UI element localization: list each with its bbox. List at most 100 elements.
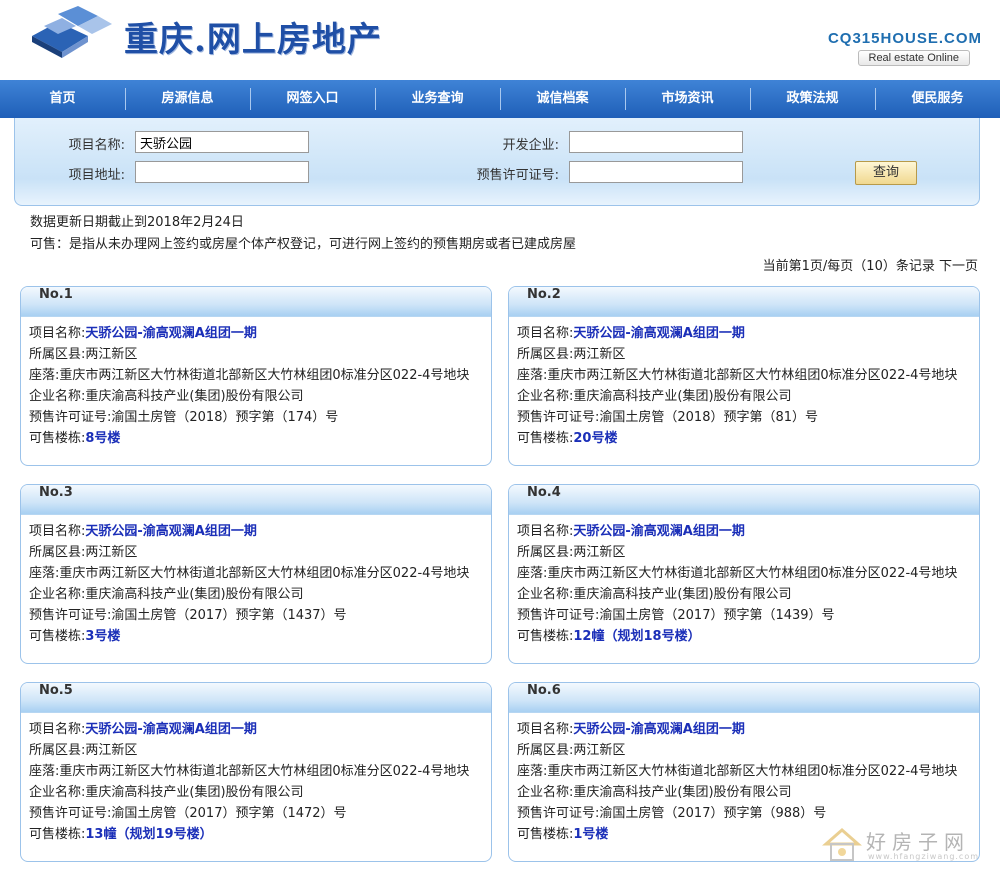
card-row-presale-permit: 预售许可证号:渝国土房管（2017）预字第（1439）号 (517, 605, 971, 626)
card-header: No.5 (21, 683, 491, 713)
site-header: 重庆.网上房地产 CQ315HOUSE.COM Real estate Onli… (0, 0, 1000, 80)
presale-permit-label: 预售许可证号: (29, 410, 112, 425)
project-name-label: 项目名称: (29, 326, 86, 341)
card-row-project-name: 项目名称:天骄公园-渝高观澜A组团一期 (517, 323, 971, 344)
project-name-label: 项目名称: (517, 722, 574, 737)
card-row-location: 座落:重庆市两江新区大竹林街道北部新区大竹林组团0标准分区022-4号地块 (29, 761, 483, 782)
nav-online-sign[interactable]: 网签入口 (250, 80, 375, 118)
result-card: No.3 项目名称:天骄公园-渝高观澜A组团一期 所属区县:两江新区 座落:重庆市两江… (20, 484, 492, 664)
nav-business-query[interactable]: 业务查询 (375, 80, 500, 118)
district-value: 两江新区 (573, 743, 626, 758)
card-row-project-name: 项目名称:天骄公园-渝高观澜A组团一期 (29, 323, 483, 344)
update-date-text: 数据更新日期截止到2018年2月24日 (30, 215, 244, 230)
logo-icon (32, 6, 112, 58)
card-row-presale-permit: 预售许可证号:渝国土房管（2017）预字第（1472）号 (29, 803, 483, 824)
district-label: 所属区县: (517, 347, 574, 362)
company-value: 重庆渝高科技产业(集团)股份有限公司 (85, 587, 304, 602)
district-value: 两江新区 (85, 743, 138, 758)
project-address-input[interactable] (135, 161, 309, 183)
project-name-value[interactable]: 天骄公园-渝高观澜A组团一期 (573, 722, 744, 737)
house-icon (822, 828, 862, 861)
company-value: 重庆渝高科技产业(集团)股份有限公司 (573, 587, 792, 602)
card-number: No.6 (527, 683, 561, 698)
company-value: 重庆渝高科技产业(集团)股份有限公司 (573, 785, 792, 800)
card-row-location: 座落:重庆市两江新区大竹林街道北部新区大竹林组团0标准分区022-4号地块 (29, 563, 483, 584)
available-buildings-value[interactable]: 8号楼 (85, 431, 120, 446)
location-label: 座落: (29, 566, 60, 581)
presale-permit-value: 渝国土房管（2017）预字第（1472）号 (111, 806, 347, 821)
card-row-company: 企业名称:重庆渝高科技产业(集团)股份有限公司 (517, 584, 971, 605)
result-card: No.4 项目名称:天骄公园-渝高观澜A组团一期 所属区县:两江新区 座落:重庆市两江… (508, 484, 980, 664)
presale-permit-value: 渝国土房管（2018）预字第（81）号 (599, 410, 819, 425)
location-value: 重庆市两江新区大竹林街道北部新区大竹林组团0标准分区022-4号地块 (547, 368, 958, 383)
company-label: 企业名称: (517, 587, 574, 602)
card-row-location: 座落:重庆市两江新区大竹林街道北部新区大竹林组团0标准分区022-4号地块 (517, 761, 971, 782)
card-header: No.4 (509, 485, 979, 515)
card-row-project-name: 项目名称:天骄公园-渝高观澜A组团一期 (29, 521, 483, 542)
company-value: 重庆渝高科技产业(集团)股份有限公司 (85, 389, 304, 404)
card-number: No.2 (527, 287, 561, 302)
developer-input[interactable] (569, 131, 743, 153)
project-name-value[interactable]: 天骄公园-渝高观澜A组团一期 (85, 326, 256, 341)
district-value: 两江新区 (85, 347, 138, 362)
card-row-company: 企业名称:重庆渝高科技产业(集团)股份有限公司 (517, 386, 971, 407)
card-row-company: 企业名称:重庆渝高科技产业(集团)股份有限公司 (517, 782, 971, 803)
pager-text: 当前第1页/每页（10）条记录 (762, 259, 935, 274)
card-body: 项目名称:天骄公园-渝高观澜A组团一期 所属区县:两江新区 座落:重庆市两江新区大竹… (21, 515, 491, 653)
available-buildings-value[interactable]: 13幢（规划19号楼） (85, 827, 212, 842)
nav-services[interactable]: 便民服务 (875, 80, 1000, 118)
project-name-input[interactable] (135, 131, 309, 153)
card-row-available-buildings: 可售楼栋:12幢（规划18号楼） (517, 626, 971, 647)
card-row-district: 所属区县:两江新区 (517, 542, 971, 563)
location-value: 重庆市两江新区大竹林街道北部新区大竹林组团0标准分区022-4号地块 (59, 566, 470, 581)
card-row-district: 所属区县:两江新区 (29, 542, 483, 563)
district-value: 两江新区 (573, 347, 626, 362)
available-buildings-value[interactable]: 1号楼 (573, 827, 608, 842)
main-nav: 首页 房源信息 网签入口 业务查询 诚信档案 市场资讯 政策法规 便民服务 (0, 80, 1000, 118)
project-name-value[interactable]: 天骄公园-渝高观澜A组团一期 (85, 722, 256, 737)
site-tagline: Real estate Online (857, 50, 970, 66)
nav-listings[interactable]: 房源信息 (125, 80, 250, 118)
project-name-label: 项目名称: (29, 524, 86, 539)
district-value: 两江新区 (85, 545, 138, 560)
project-name-value[interactable]: 天骄公园-渝高观澜A组团一期 (573, 326, 744, 341)
nav-market-news[interactable]: 市场资讯 (625, 80, 750, 118)
next-page-link[interactable]: 下一页 (939, 259, 978, 274)
card-body: 项目名称:天骄公园-渝高观澜A组团一期 所属区县:两江新区 座落:重庆市两江新区大竹… (509, 317, 979, 455)
available-buildings-label: 可售楼栋: (29, 827, 86, 842)
card-row-available-buildings: 可售楼栋:20号楼 (517, 428, 971, 449)
available-buildings-label: 可售楼栋: (517, 629, 574, 644)
presale-permit-label: 预售许可证号: (29, 608, 112, 623)
project-name-value[interactable]: 天骄公园-渝高观澜A组团一期 (573, 524, 744, 539)
presale-permit-label: 预售许可证号: (517, 410, 600, 425)
presale-label: 预售许可证号: (476, 168, 559, 183)
nav-home[interactable]: 首页 (0, 80, 125, 118)
query-button[interactable]: 查询 (855, 161, 917, 185)
presale-input[interactable] (569, 161, 743, 183)
available-buildings-value[interactable]: 20号楼 (573, 431, 617, 446)
available-buildings-value[interactable]: 3号楼 (85, 629, 120, 644)
pager: 当前第1页/每页（10）条记录 下一页 (763, 255, 978, 274)
card-number: No.5 (39, 683, 73, 698)
nav-credit-records[interactable]: 诚信档案 (500, 80, 625, 118)
available-note-text: 可售：是指从未办理网上签约或房屋个体产权登记，可进行网上签约的预售期房或者已建成… (30, 237, 577, 252)
result-card: No.1 项目名称:天骄公园-渝高观澜A组团一期 所属区县:两江新区 座落:重庆市两江… (20, 286, 492, 466)
presale-permit-label: 预售许可证号: (517, 608, 600, 623)
location-value: 重庆市两江新区大竹林街道北部新区大竹林组团0标准分区022-4号地块 (547, 566, 958, 581)
card-row-district: 所属区县:两江新区 (517, 344, 971, 365)
district-label: 所属区县: (29, 743, 86, 758)
available-buildings-label: 可售楼栋: (29, 629, 86, 644)
site-title[interactable]: 重庆.网上房地产 (124, 12, 382, 61)
project-name-value[interactable]: 天骄公园-渝高观澜A组团一期 (85, 524, 256, 539)
card-row-company: 企业名称:重庆渝高科技产业(集团)股份有限公司 (29, 386, 483, 407)
watermark-url: www.hfangziwang.com (868, 852, 980, 861)
search-panel: 项目名称: 项目地址: 开发企业: 预售许可证号: 查询 (14, 118, 980, 206)
site-domain: CQ315HOUSE.COM (827, 30, 982, 47)
available-buildings-value[interactable]: 12幢（规划18号楼） (573, 629, 700, 644)
card-row-presale-permit: 预售许可证号:渝国土房管（2017）预字第（988）号 (517, 803, 971, 824)
card-row-project-name: 项目名称:天骄公园-渝高观澜A组团一期 (517, 719, 971, 740)
card-row-company: 企业名称:重庆渝高科技产业(集团)股份有限公司 (29, 584, 483, 605)
company-value: 重庆渝高科技产业(集团)股份有限公司 (573, 389, 792, 404)
nav-policies[interactable]: 政策法规 (750, 80, 875, 118)
presale-permit-value: 渝国土房管（2017）预字第（1437）号 (111, 608, 347, 623)
